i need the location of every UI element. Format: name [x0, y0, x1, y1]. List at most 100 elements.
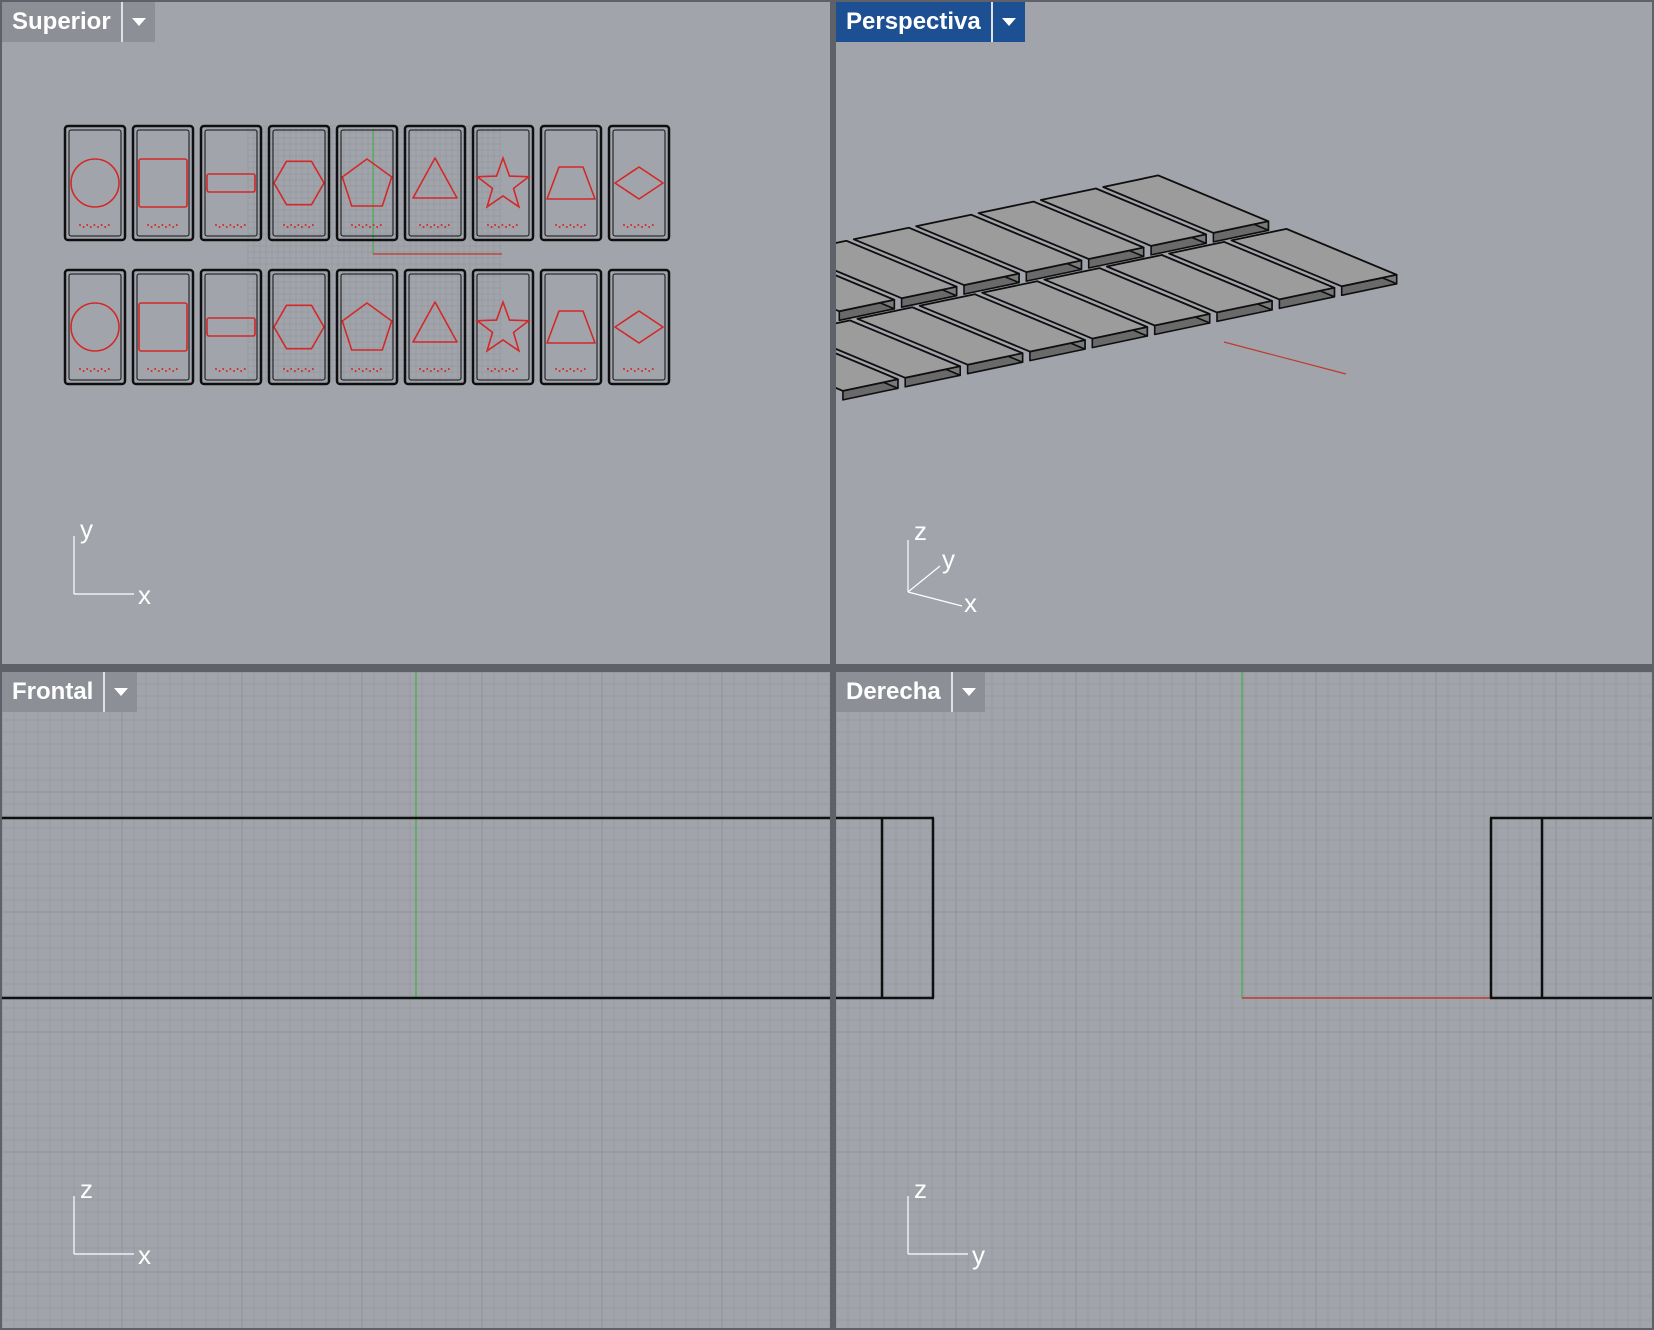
axis-label-y: y [942, 544, 955, 574]
viewport-tab-front[interactable]: Frontal [2, 672, 138, 712]
viewport-title[interactable]: Derecha [836, 672, 951, 712]
braille-dot [623, 224, 625, 226]
braille-dot [172, 370, 175, 372]
card-inner-outline [136, 129, 190, 237]
viewport-title[interactable]: Perspectiva [836, 2, 991, 42]
circle-icon [70, 158, 120, 208]
braille-dot [505, 226, 507, 228]
axis-indicator: zyx [907, 516, 977, 618]
braille-dots [79, 368, 110, 372]
braille-card [63, 268, 127, 386]
braille-dot [422, 226, 425, 228]
card-inner-outline [408, 129, 462, 237]
viewport-perspective[interactable]: zyx Perspectiva [836, 2, 1652, 664]
card-inner-outline [272, 129, 326, 237]
braille-dot [372, 224, 375, 226]
braille-dot [301, 370, 303, 372]
braille-dot [165, 226, 167, 228]
braille-dot [104, 226, 107, 228]
viewport-menu-button[interactable] [990, 2, 1025, 42]
braille-dot [497, 226, 500, 228]
braille-dot [161, 224, 164, 226]
braille-dot [379, 368, 382, 370]
braille-dot [490, 370, 493, 372]
viewport-tab-top[interactable]: Superior [2, 2, 155, 42]
braille-dot [358, 368, 361, 370]
viewport-right[interactable]: zy Derecha [836, 672, 1652, 1328]
viewport-title[interactable]: Superior [2, 2, 121, 42]
front-view-canvas[interactable]: zx [2, 672, 830, 1328]
viewport-tab-perspective[interactable]: Perspectiva [836, 2, 1025, 42]
card-inner-outline [340, 273, 394, 381]
braille-dot [433, 368, 436, 370]
braille-dot [175, 224, 178, 226]
braille-dot [365, 224, 368, 226]
braille-dot [222, 368, 225, 370]
braille-dot [426, 368, 429, 370]
braille-dot [444, 226, 447, 228]
braille-dot [583, 368, 586, 370]
braille-dot [437, 370, 439, 372]
braille-dot [104, 370, 107, 372]
right-view-canvas[interactable]: zy [836, 672, 1652, 1328]
viewport-top[interactable]: yx Superior [2, 2, 830, 664]
braille-dot [429, 370, 432, 372]
star-icon [475, 299, 531, 353]
viewport-menu-button[interactable] [103, 672, 138, 712]
braille-dot [308, 370, 311, 372]
braille-dot [240, 370, 243, 372]
braille-dot [555, 224, 557, 226]
braille-dot [444, 370, 447, 372]
braille-dot [225, 226, 228, 228]
viewport-title[interactable]: Frontal [2, 672, 104, 712]
viewport-tab-right[interactable]: Derecha [836, 672, 985, 712]
braille-dot [648, 370, 651, 372]
braille-dot [240, 226, 243, 228]
braille-dot [569, 224, 572, 226]
viewport-menu-button[interactable] [950, 672, 985, 712]
braille-dot [79, 224, 81, 226]
card-inner-outline [204, 273, 258, 381]
braille-dot [86, 368, 89, 370]
braille-dots [487, 224, 518, 228]
braille-dots [283, 224, 314, 228]
braille-dot [93, 224, 96, 226]
braille-dot [283, 368, 285, 370]
braille-dot [576, 224, 579, 226]
braille-dot [351, 368, 353, 370]
braille-dots [623, 224, 654, 228]
braille-dot [86, 224, 89, 226]
card-inner-outline [612, 273, 666, 381]
card-outline [539, 268, 603, 386]
braille-dot [293, 370, 296, 372]
braille-dot [508, 224, 511, 226]
braille-dot [283, 224, 285, 226]
braille-dot [301, 226, 303, 228]
card-outline [131, 268, 195, 386]
axis-label-x: x [138, 580, 151, 610]
braille-card [63, 124, 127, 242]
braille-dot [361, 370, 364, 372]
braille-dot [369, 370, 371, 372]
braille-dot [97, 226, 99, 228]
viewport-menu-button[interactable] [120, 2, 155, 42]
braille-dot [648, 226, 651, 228]
braille-dot [555, 368, 557, 370]
braille-dot [515, 368, 518, 370]
braille-dot [376, 226, 379, 228]
chevron-down-icon [131, 18, 146, 26]
braille-dot [573, 370, 575, 372]
chevron-down-icon [114, 688, 129, 696]
braille-dot [304, 368, 307, 370]
braille-dot [372, 368, 375, 370]
braille-dot [422, 370, 425, 372]
perspective-view-canvas[interactable]: zyx [836, 2, 1652, 664]
top-view-canvas[interactable]: yx [2, 2, 830, 664]
braille-dots [555, 224, 586, 228]
braille-card [335, 268, 399, 386]
braille-dot [630, 368, 633, 370]
viewport-front[interactable]: zx Frontal [2, 672, 830, 1328]
braille-dot [89, 226, 92, 228]
braille-dot [623, 368, 625, 370]
card-outline [63, 124, 127, 242]
